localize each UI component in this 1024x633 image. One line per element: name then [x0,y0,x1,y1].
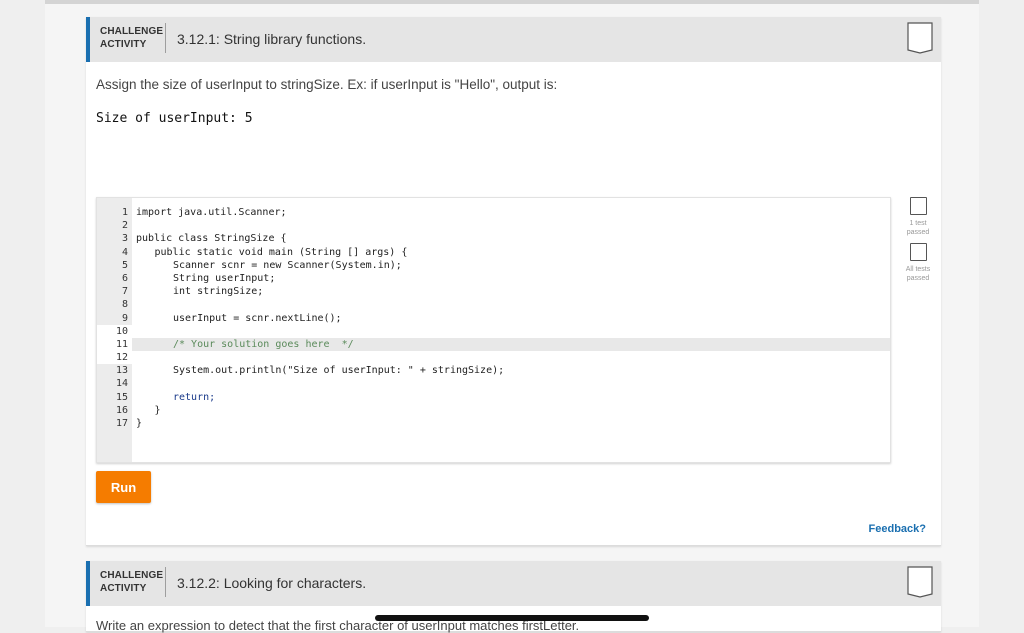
code-line[interactable]: System.out.println("Size of userInput: "… [132,364,890,377]
line-number: 8 [121,299,128,311]
test-result-item: All tests passed [901,243,935,283]
line-number: 5 [121,259,128,271]
bookmark-icon[interactable] [907,22,933,54]
activity-type-line1: CHALLENGE [100,26,164,37]
code-editor[interactable]: 1 2 3 4 5 6 7 8 9 10 11 12 13 14 15 16 1… [96,197,891,463]
challenge-activity-card: CHALLENGE ACTIVITY 3.12.2: Looking for c… [86,561,941,633]
activity-title: 3.12.1: String library functions. [177,31,367,47]
activity-type-label: CHALLENGE ACTIVITY [100,25,164,51]
code-line[interactable]: int stringSize; [132,285,890,298]
line-number: 12 [97,351,132,365]
line-number: 2 [121,220,128,232]
activity-instructions: Assign the size of userInput to stringSi… [96,77,558,92]
code-text: int stringSize; [173,286,264,298]
line-number: 15 [115,391,128,403]
test-result-label: 1 test passed [906,220,930,236]
code-text: Scanner scnr = new Scanner(System.in); [173,259,402,271]
activity-title: 3.12.2: Looking for characters. [177,575,367,591]
header-divider [165,23,166,53]
line-number: 13 [115,365,128,377]
line-number: 9 [121,312,128,324]
line-number: 7 [121,286,128,298]
line-number-gutter: 1 2 3 4 5 6 7 8 9 10 11 12 13 14 15 16 1… [97,198,132,462]
code-line[interactable] [132,219,890,232]
activity-type-line2: ACTIVITY [100,583,147,594]
code-text: return; [173,391,216,403]
code-line[interactable]: Scanner scnr = new Scanner(System.in); [132,259,890,272]
test-checkbox-icon [909,243,927,261]
code-text: public static void main (String [] args)… [154,246,408,258]
code-line-editable[interactable]: /* Your solution goes here */ [132,337,890,352]
line-number: 11 [97,337,132,352]
activity-header: CHALLENGE ACTIVITY 3.12.2: Looking for c… [86,561,941,606]
code-line[interactable]: return; [132,391,890,404]
code-area[interactable]: import java.util.Scanner; public class S… [132,198,890,430]
line-number: 14 [115,378,128,390]
line-number: 4 [121,246,128,258]
code-text: public class StringSize { [136,233,287,245]
code-text: } [154,404,161,416]
challenge-activity-card: CHALLENGE ACTIVITY 3.12.1: String librar… [86,17,941,546]
test-checkbox-icon [909,197,927,215]
code-comment: /* Your solution goes here */ [173,338,354,350]
activity-type-label: CHALLENGE ACTIVITY [100,569,164,595]
code-line[interactable] [132,351,890,364]
line-number: 3 [121,233,128,245]
code-text: } [136,418,143,429]
line-number: 1 [121,207,128,218]
bookmark-icon[interactable] [907,566,933,598]
code-line[interactable]: import java.util.Scanner; [132,206,890,219]
code-text: import java.util.Scanner; [136,207,287,218]
test-results: 1 test passed All tests passed [901,197,935,289]
code-line[interactable]: public class StringSize { [132,232,890,245]
code-line[interactable]: userInput = scnr.nextLine(); [132,312,890,325]
code-line[interactable] [132,298,890,311]
code-line[interactable] [132,325,890,338]
header-divider [165,567,166,597]
code-text: userInput = scnr.nextLine(); [173,312,342,324]
line-number: 17 [115,418,128,429]
horizontal-scrollbar[interactable] [375,615,649,621]
example-output: Size of userInput: 5 [96,111,253,126]
code-line[interactable] [132,377,890,390]
code-text: String userInput; [173,272,276,284]
activity-type-line1: CHALLENGE [100,570,164,581]
activity-header: CHALLENGE ACTIVITY 3.12.1: String librar… [86,17,941,62]
line-number: 16 [115,404,128,416]
run-button[interactable]: Run [96,471,151,503]
code-line[interactable]: public static void main (String [] args)… [132,246,890,259]
code-line[interactable]: String userInput; [132,272,890,285]
line-number: 6 [121,272,128,284]
test-result-label: All tests passed [905,266,931,282]
code-line[interactable]: } [132,417,890,430]
code-text: System.out.println("Size of userInput: "… [173,365,505,377]
activity-type-line2: ACTIVITY [100,39,147,50]
test-result-item: 1 test passed [901,197,935,237]
code-line[interactable]: } [132,404,890,417]
feedback-link[interactable]: Feedback? [869,523,926,535]
line-number: 10 [97,324,132,338]
